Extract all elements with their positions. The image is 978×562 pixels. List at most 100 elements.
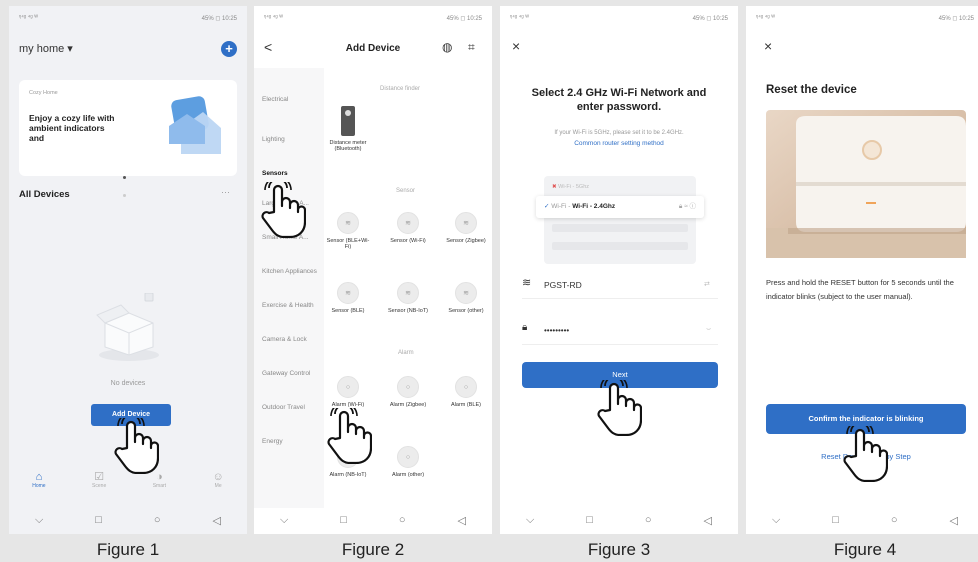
wifi-24g-label: Wi-Fi - 2.4Ghz <box>572 203 616 210</box>
nav-square-icon[interactable]: □ <box>586 514 593 526</box>
category-outdoor[interactable]: Outdoor Travel <box>262 404 322 438</box>
divider <box>522 298 718 299</box>
device-sensor-zigbee[interactable]: ≋ Sensor (Zigbee) <box>444 212 488 244</box>
promo-banner[interactable]: Cozy Home Enjoy a cozy life with ambient… <box>19 80 237 197</box>
status-bar: ᵑ⁴ᵍ ⁴ᵍ ᵂ 45% ◻ 10:25 <box>756 15 974 22</box>
nav-back-icon[interactable]: ⌵ <box>280 514 288 527</box>
category-lighting[interactable]: Lighting <box>262 136 322 170</box>
nav-triangle-icon[interactable]: ◁ <box>704 514 712 527</box>
tab-home[interactable]: ⌂ Home <box>32 471 45 503</box>
nav-back-icon[interactable]: ⌵ <box>526 514 534 527</box>
device-alarm-zigbee[interactable]: ○ Alarm (Zigbee) <box>386 376 430 408</box>
device-alarm-ble[interactable]: ○ Alarm (BLE) <box>444 376 488 408</box>
device-sensor-wifi[interactable]: ≋ Sensor (Wi-Fi) <box>386 212 430 244</box>
device-sensor-ble[interactable]: ≋ Sensor (BLE) <box>326 282 370 314</box>
pointer-hand-icon <box>596 380 642 436</box>
device-alarm-wifi[interactable]: ○ Alarm (Wi-Fi) <box>326 376 370 408</box>
wifi-24g-item[interactable]: ✓ Wi-Fi - Wi-Fi - 2.4Ghz 🔒︎ ≈ ⓘ <box>536 196 704 218</box>
device-sensor-other[interactable]: ≋ Sensor (other) <box>444 282 488 314</box>
page-title: Add Device <box>345 43 401 54</box>
status-signal: ᵑ⁴ᵍ ⁴ᵍ ᵂ <box>264 15 284 21</box>
carousel-dots <box>123 166 133 197</box>
category-electrical[interactable]: Electrical <box>262 96 322 130</box>
ssid-field[interactable]: PGST-RD <box>544 280 582 290</box>
sensor-icon: ≋ <box>337 282 359 304</box>
tab-scene[interactable]: ☑ Scene <box>92 471 106 503</box>
eye-icon[interactable]: ⌣ <box>706 324 711 334</box>
status-battery-time: 45% ◻ 10:25 <box>938 16 974 22</box>
reset-instruction: Press and hold the RESET button for 5 se… <box>766 278 954 301</box>
category-exercise[interactable]: Exercise & Health <box>262 302 322 336</box>
nav-triangle-icon[interactable]: ◁ <box>458 514 466 527</box>
close-icon[interactable]: × <box>764 38 772 54</box>
nav-triangle-icon[interactable]: ◁ <box>213 514 221 527</box>
device-label: Distance meter (Bluetooth) <box>329 140 367 152</box>
distance-finder-heading: Distance finder <box>380 86 421 92</box>
banner-text: Enjoy a cozy life with ambient indicator… <box>29 113 115 143</box>
sensor-icon: ≋ <box>455 282 477 304</box>
category-gateway[interactable]: Gateway Control <box>262 370 322 404</box>
tab-smart[interactable]: ◑ Smart <box>153 471 166 503</box>
wifi-heading: Select 2.4 GHz Wi-Fi Network and enter p… <box>531 87 707 113</box>
switch-network-icon[interactable]: ⇄ <box>704 280 710 288</box>
device-label: Alarm (BLE) <box>451 402 481 408</box>
nav-square-icon[interactable]: □ <box>340 514 347 526</box>
all-devices-heading: All Devices <box>19 189 70 200</box>
smart-icon: ◑ <box>156 471 163 483</box>
status-signal: ᵑ⁴ᵍ ⁴ᵍ ᵂ <box>756 15 776 21</box>
close-icon[interactable]: × <box>512 38 520 54</box>
category-energy[interactable]: Energy <box>262 438 322 472</box>
plus-icon[interactable]: + <box>221 41 237 57</box>
no-devices-text: No devices <box>110 380 146 387</box>
tab-label: Smart <box>152 483 167 489</box>
device-label: Sensor (other) <box>448 308 484 314</box>
figure-2-caption: Figure 2 <box>341 540 405 559</box>
device-sensor-nbiot[interactable]: ≋ Sensor (NB-IoT) <box>386 282 430 314</box>
category-camera[interactable]: Camera & Lock <box>262 336 322 370</box>
wifi-placeholder-row <box>552 224 688 232</box>
wifi-note: If your Wi-Fi is 5GHz, please set it to … <box>554 130 684 136</box>
nav-circle-icon[interactable]: ○ <box>645 514 652 526</box>
device-label: Sensor (BLE+Wi-Fi) <box>326 238 370 250</box>
system-nav-bar: ⌵ □ ○ ◁ <box>9 506 247 534</box>
tab-me[interactable]: ☺ Me <box>213 471 224 503</box>
status-battery-time: 45% ◻ 10:25 <box>446 16 482 22</box>
alarm-icon: ○ <box>455 376 477 398</box>
nav-circle-icon[interactable]: ○ <box>154 514 161 526</box>
device-distance-meter[interactable]: Distance meter (Bluetooth) <box>326 106 370 152</box>
device-alarm-other[interactable]: ○ Alarm (other) <box>386 446 430 478</box>
password-field[interactable]: ••••••••• <box>544 326 569 335</box>
category-small-home[interactable]: Small Home A... <box>262 234 322 268</box>
nav-back-icon[interactable]: ⌵ <box>35 514 43 527</box>
nav-square-icon[interactable]: □ <box>95 514 102 526</box>
nav-back-icon[interactable]: ⌵ <box>772 514 780 527</box>
globe-icon[interactable]: ◍ <box>442 40 452 54</box>
nav-square-icon[interactable]: □ <box>832 514 839 526</box>
more-icon[interactable]: ··· <box>221 187 230 197</box>
sensor-icon: ≋ <box>337 212 359 234</box>
scene-icon: ☑ <box>94 471 105 483</box>
pointer-hand-icon <box>326 408 372 464</box>
wifi-icon: ≋ <box>522 277 532 289</box>
pointer-hand-icon <box>842 426 888 482</box>
alarm-icon: ○ <box>337 376 359 398</box>
status-signal: ᵑ⁴ᵍ ⁴ᵍ ᵂ <box>19 15 39 21</box>
distance-meter-icon <box>341 106 355 136</box>
sensor-icon: ≋ <box>455 212 477 234</box>
home-selector[interactable]: my home ▾ <box>19 42 73 55</box>
device-label: Alarm (Zigbee) <box>389 402 427 408</box>
category-list: Electrical Lighting Sensors Large Home A… <box>262 96 322 472</box>
nav-circle-icon[interactable]: ○ <box>891 514 898 526</box>
sensor-icon: ≋ <box>397 212 419 234</box>
scan-icon[interactable]: ⌗ <box>468 40 475 55</box>
nav-circle-icon[interactable]: ○ <box>399 514 406 526</box>
system-nav-bar: ⌵ □ ○ ◁ <box>254 506 492 534</box>
category-kitchen[interactable]: Kitchen Appliances <box>262 268 322 302</box>
banner-caption: Cozy Home <box>29 90 58 96</box>
device-label: Sensor (Zigbee) <box>446 238 486 244</box>
divider <box>522 344 718 345</box>
nav-triangle-icon[interactable]: ◁ <box>950 514 958 527</box>
device-sensor-ble-wifi[interactable]: ≋ Sensor (BLE+Wi-Fi) <box>326 212 370 250</box>
system-nav-bar: ⌵ □ ○ ◁ <box>746 506 978 534</box>
router-setting-link[interactable]: Common router setting method <box>510 140 728 147</box>
